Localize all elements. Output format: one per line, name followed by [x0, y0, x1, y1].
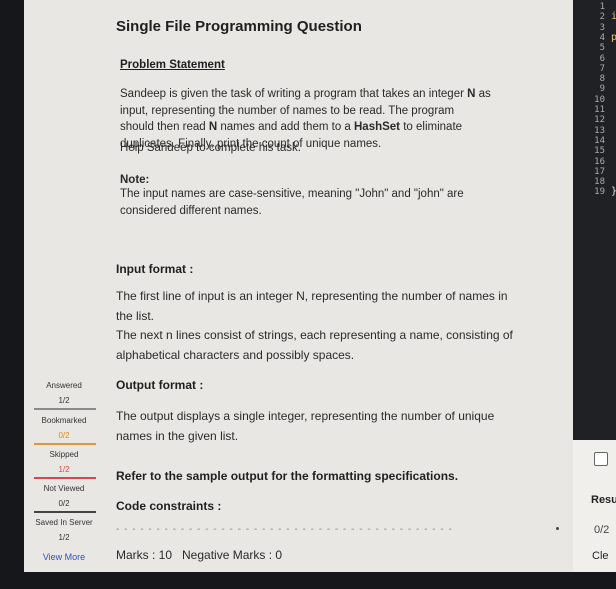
- code-editor[interactable]: 12345678910111213141516171819ip}: [573, 0, 616, 440]
- marks-footer: Marks : 10 Negative Marks : 0: [104, 540, 574, 572]
- note-line: The input names are case-sensitive, mean…: [120, 188, 464, 200]
- stat-saved-in-server: Saved In Server 1/2: [24, 518, 104, 542]
- stat-bar-not-viewed: [34, 511, 96, 513]
- editor-line-number: 9: [599, 84, 605, 95]
- screen-bezel-bottom: [24, 572, 616, 589]
- note-line: considered different names.: [120, 204, 262, 217]
- constraints-bullet-icon: [556, 527, 559, 530]
- stat-label: Bookmarked: [41, 416, 87, 425]
- stat-answered: Answered 1/2: [24, 381, 104, 405]
- editor-line-number: 14: [594, 135, 605, 146]
- editor-line-number: 7: [599, 63, 605, 74]
- output-format-line: names in the given list.: [116, 428, 239, 443]
- test-ratio: 0/2: [594, 524, 610, 536]
- custom-input-checkbox[interactable]: [594, 452, 608, 466]
- stat-skipped: Skipped 1/2: [24, 450, 104, 474]
- editor-line-number: 13: [594, 125, 605, 136]
- editor-line-number: 3: [599, 22, 605, 33]
- stat-value: 1/2: [58, 533, 70, 542]
- editor-line-number: 11: [594, 105, 605, 115]
- editor-line-number: 16: [594, 156, 605, 167]
- statement-line: input, representing the number of names …: [120, 104, 455, 117]
- clear-button[interactable]: Cle: [592, 550, 609, 562]
- editor-line-number: 10: [594, 94, 605, 105]
- editor-code-fragment: i: [611, 11, 616, 23]
- status-sidebar: Answered 1/2 Bookmarked 0/2 Skipped 1/2 …: [24, 0, 104, 589]
- input-format-heading: Input format :: [116, 262, 194, 276]
- bold-term: N: [208, 121, 218, 133]
- stat-label: Answered: [46, 381, 82, 390]
- note-text: The input names are case-sensitive, mean…: [120, 186, 540, 219]
- editor-line-number: 1: [599, 2, 605, 12]
- input-format-line: The first line of input is an integer N,…: [116, 289, 508, 303]
- exam-screen: Answered 1/2 Bookmarked 0/2 Skipped 1/2 …: [24, 0, 616, 589]
- stat-value: 0/2: [58, 431, 70, 440]
- editor-line-number: 4: [599, 32, 605, 43]
- bold-term: HashSet: [354, 121, 401, 133]
- output-format-text: The output displays a single integer, re…: [116, 407, 538, 446]
- statement-line: should then read N names and add them to…: [120, 121, 463, 133]
- marks-value: Marks : 10: [116, 548, 173, 562]
- output-format-heading: Output format :: [116, 378, 204, 392]
- stat-label: Not Viewed: [43, 484, 85, 493]
- stat-bar-skipped: [34, 477, 96, 479]
- stat-value: 0/2: [58, 499, 70, 508]
- stat-bar-answered: [34, 408, 96, 410]
- stat-value: 1/2: [58, 465, 70, 474]
- problem-statement-heading: Problem Statement: [120, 59, 225, 71]
- editor-line-number: 17: [594, 166, 605, 177]
- help-text: Help Sandeep to complete his task.: [120, 142, 301, 154]
- question-panel: Single File Programming Question Problem…: [104, 0, 562, 540]
- stat-bookmarked: Bookmarked 0/2: [24, 416, 104, 440]
- editor-line-number: 5: [599, 43, 605, 54]
- editor-code-fragment: }: [611, 187, 616, 197]
- result-heading: Resu: [591, 494, 616, 506]
- stat-bar-bookmarked: [34, 443, 96, 445]
- stat-not-viewed: Not Viewed 0/2: [24, 484, 104, 508]
- output-format-line: The output displays a single integer, re…: [116, 409, 495, 423]
- code-constraints-heading: Code constraints :: [116, 499, 222, 513]
- input-format-text: The first line of input is an integer N,…: [116, 287, 538, 365]
- editor-line-number: 2: [599, 12, 605, 23]
- sample-output-reference: Refer to the sample output for the forma…: [116, 469, 459, 483]
- editor-line-number: 8: [599, 74, 605, 85]
- editor-code-fragment: p: [611, 31, 616, 43]
- editor-line-number: 6: [599, 53, 605, 64]
- input-format-line: the list.: [116, 308, 155, 323]
- editor-line-number: 12: [594, 115, 605, 126]
- editor-line-number: 15: [594, 146, 605, 157]
- negative-marks-value: Negative Marks : 0: [182, 548, 283, 562]
- editor-line-number: 18: [594, 177, 605, 188]
- statement-line: Sandeep is given the task of writing a p…: [120, 88, 491, 100]
- truncated-constraints-text: - - - - - - - - - - - - - - - - - - - - …: [116, 524, 453, 534]
- bold-term: N: [467, 88, 476, 100]
- stat-value: 1/2: [58, 396, 70, 405]
- editor-line-number: 19: [594, 187, 605, 198]
- view-more-link[interactable]: View More: [24, 552, 104, 562]
- stat-label: Saved In Server: [35, 518, 93, 527]
- question-title: Single File Programming Question: [116, 18, 362, 35]
- input-format-line: alphabetical characters and possibly spa…: [116, 347, 355, 362]
- stat-label: Skipped: [49, 450, 79, 459]
- input-format-line: The next n lines consist of strings, eac…: [116, 328, 513, 342]
